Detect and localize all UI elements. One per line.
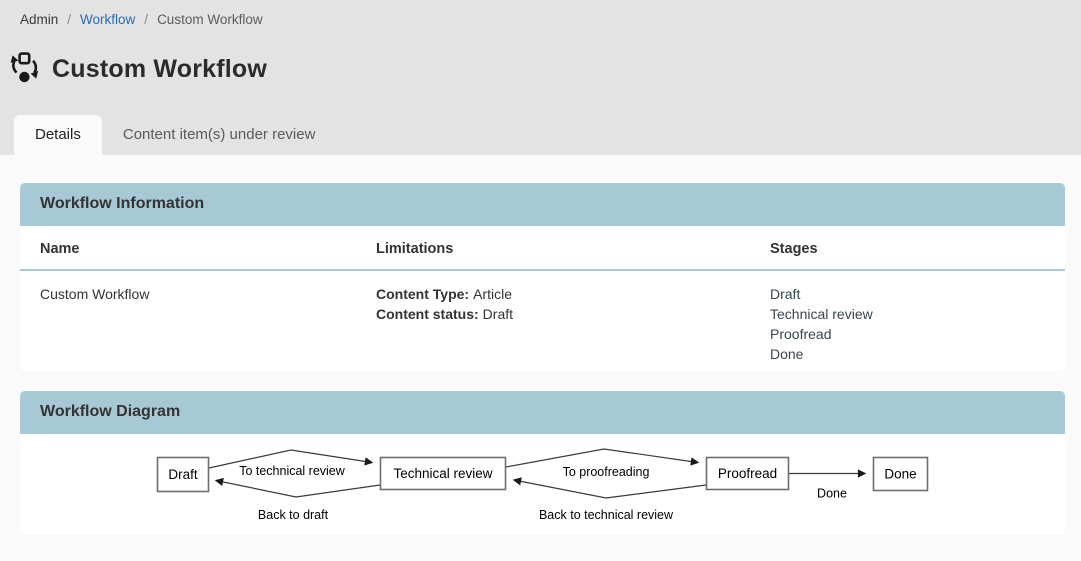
cell-stages: Draft Technical review Proofread Done: [770, 284, 1045, 364]
node-done-label: Done: [884, 467, 916, 482]
edge-back-to-technical-review: [514, 480, 706, 498]
column-header-limitations: Limitations: [376, 241, 770, 257]
edge-label-to-technical-review: To technical review: [239, 464, 346, 478]
stage-item-proofread: Proofread: [770, 324, 1045, 344]
workflow-diagram-panel: Workflow Diagram Draft Technical re: [20, 391, 1065, 534]
workflow-diagram: Draft Technical review Proofread Done To…: [20, 434, 1065, 534]
breadcrumb: Admin / Workflow / Custom Workflow: [0, 0, 1081, 27]
workflow-diagram-panel-title: Workflow Diagram: [20, 391, 1065, 434]
cell-workflow-name: Custom Workflow: [40, 284, 376, 364]
breadcrumb-admin[interactable]: Admin: [20, 12, 58, 27]
workflow-information-panel: Workflow Information Name Limitations St…: [20, 183, 1065, 371]
page-header: Admin / Workflow / Custom Workflow Custo…: [0, 0, 1081, 155]
breadcrumb-separator: /: [67, 12, 71, 27]
table-row: Custom Workflow Content Type:Article Con…: [20, 271, 1065, 371]
node-draft-label: Draft: [168, 467, 198, 482]
stage-item-done: Done: [770, 344, 1045, 364]
info-table-header-row: Name Limitations Stages: [20, 226, 1065, 271]
limitation-label: Content Type:: [376, 286, 469, 302]
column-header-stages: Stages: [770, 241, 1045, 257]
stage-item-technical-review: Technical review: [770, 304, 1045, 324]
edge-label-to-proofreading: To proofreading: [563, 465, 650, 479]
edge-back-to-draft: [216, 481, 380, 498]
column-header-name: Name: [40, 241, 376, 257]
tab-bar: Details Content item(s) under review: [14, 115, 336, 155]
limitation-content-type: Content Type:Article: [376, 284, 770, 304]
edge-label-back-to-technical-review: Back to technical review: [539, 508, 674, 522]
workflow-information-panel-title: Workflow Information: [20, 183, 1065, 226]
breadcrumb-separator: /: [144, 12, 148, 27]
node-technical-review-label: Technical review: [393, 466, 492, 481]
tab-content-items-under-review[interactable]: Content item(s) under review: [102, 115, 337, 155]
edge-label-back-to-draft: Back to draft: [258, 508, 329, 522]
breadcrumb-current: Custom Workflow: [157, 12, 263, 27]
breadcrumb-workflow-link[interactable]: Workflow: [80, 12, 135, 27]
limitation-value: Draft: [483, 306, 513, 322]
title-row: Custom Workflow: [8, 49, 1081, 89]
main-content: Workflow Information Name Limitations St…: [0, 155, 1081, 534]
edge-label-done: Done: [817, 487, 847, 501]
tab-details[interactable]: Details: [14, 115, 102, 155]
limitation-value: Article: [473, 286, 512, 302]
stage-item-draft: Draft: [770, 284, 1045, 304]
node-proofread-label: Proofread: [718, 466, 777, 481]
workflow-icon: [8, 51, 40, 87]
limitation-content-status: Content status:Draft: [376, 304, 770, 324]
cell-limitations: Content Type:Article Content status:Draf…: [376, 284, 770, 364]
page-title: Custom Workflow: [52, 55, 267, 84]
limitation-label: Content status:: [376, 306, 479, 322]
